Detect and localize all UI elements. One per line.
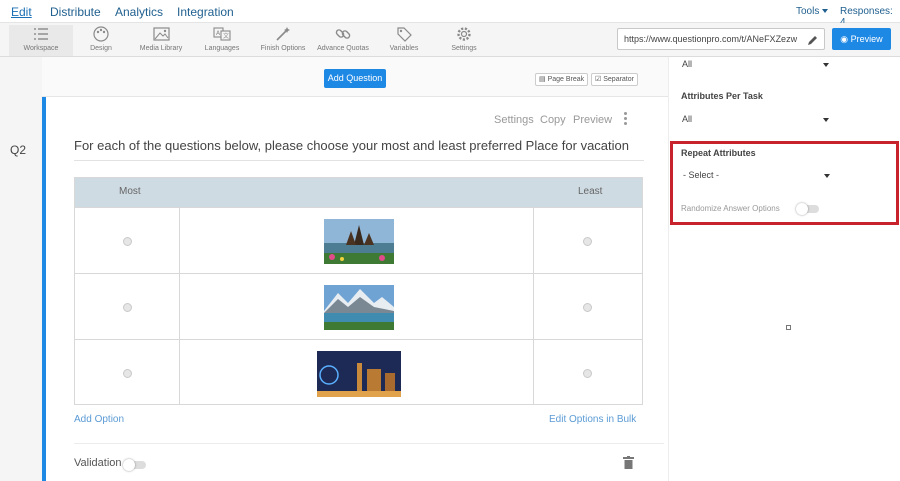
option-image [317,351,401,397]
tool-label: Languages [204,45,240,52]
palette-icon [69,25,133,43]
question-settings-link[interactable]: Settings [494,114,534,126]
tool-settings[interactable]: Settings [432,25,496,52]
eye-icon: ◉ [840,34,849,44]
top-select-value: All [682,59,693,69]
tool-label: Finish Options [260,45,306,52]
repeat-attributes-select[interactable]: - Select - [683,170,830,184]
randomize-answer-options-label: Randomize Answer Options [681,204,780,213]
least-radio[interactable] [583,303,592,312]
nav-distribute[interactable]: Distribute [50,5,101,19]
grid-row [75,339,642,405]
chevron-down-icon [822,9,829,14]
tool-label: Advance Quotas [317,45,369,52]
question-underline [74,160,644,161]
repeat-attributes-label: Repeat Attributes [681,148,756,158]
question-preview-link[interactable]: Preview [573,114,612,126]
tool-label: Design [90,45,112,52]
option-image [324,285,394,330]
list-icon [9,25,73,43]
repeat-attributes-value: - Select - [683,170,720,180]
tool-finish-options[interactable]: Finish Options [251,25,315,52]
tools-menu[interactable]: Tools [796,6,829,17]
nav-integration[interactable]: Integration [177,5,234,19]
grid-row [75,207,642,273]
tag-icon [372,25,436,43]
left-gutter [0,57,42,481]
checkbox-icon: ☑ [595,76,602,83]
survey-url-field[interactable]: https://www.questionpro.com/t/ANeFXZezw [617,28,825,50]
chevron-down-icon [823,63,829,67]
most-radio[interactable] [123,303,132,312]
add-option-link[interactable]: Add Option [74,414,124,425]
attributes-per-task-select[interactable]: All [682,114,829,128]
translate-icon: A文 [190,25,254,43]
nav-edit[interactable]: Edit [11,5,32,19]
question-text[interactable]: For each of the questions below, please … [74,138,629,153]
tool-label: Variables [389,45,419,52]
preview-label: Preview [850,34,883,44]
least-radio[interactable] [583,369,592,378]
tool-workspace[interactable]: Workspace [9,25,73,56]
separator-label: Separator [603,76,634,83]
small-square-icon [786,325,791,330]
chevron-down-icon [823,118,829,122]
question-copy-link[interactable]: Copy [540,114,566,126]
column-most: Most [119,186,141,197]
tools-label: Tools [796,6,820,17]
gear-icon [432,25,496,43]
attributes-per-task-label: Attributes Per Task [681,91,763,101]
least-radio[interactable] [583,237,592,246]
option-image [324,219,394,264]
link-icon [311,25,375,43]
tool-label: Settings [451,45,477,52]
survey-url-text: https://www.questionpro.com/t/ANeFXZezw [624,34,798,44]
separator-button[interactable]: ☑ Separator [591,73,638,86]
grid-row [75,273,642,339]
randomize-toggle[interactable] [796,203,819,215]
tool-advance-quotas[interactable]: Advance Quotas [311,25,375,52]
svg-text:A: A [216,30,221,37]
image-icon [129,25,193,43]
top-nav: Edit Distribute Analytics Integration To… [0,0,900,28]
most-radio[interactable] [123,369,132,378]
page-break-icon: ▤ [539,76,546,83]
validation-toggle[interactable] [123,459,146,471]
grid-header: Most Least [75,178,642,207]
divider [74,443,664,444]
tool-variables[interactable]: Variables [372,25,436,52]
tool-label: Media Library [139,45,183,52]
add-question-button[interactable]: Add Question [324,69,386,88]
column-least: Least [578,186,603,197]
pencil-icon[interactable] [807,33,818,49]
kebab-menu-icon[interactable] [624,112,628,127]
trash-icon[interactable] [623,456,634,474]
page-break-label: Page Break [547,76,585,83]
tool-languages[interactable]: A文 Languages [190,25,254,52]
svg-text:文: 文 [223,32,229,40]
most-radio[interactable] [123,237,132,246]
question-number: Q2 [10,143,27,157]
top-select[interactable]: All [682,59,829,73]
edit-options-bulk-link[interactable]: Edit Options in Bulk [549,414,636,425]
maxdiff-grid: Most Least [74,177,643,405]
magic-wand-icon [251,25,315,43]
attributes-per-task-value: All [682,114,693,124]
tool-design[interactable]: Design [69,25,133,52]
preview-button[interactable]: ◉ Preview [832,28,891,50]
chevron-down-icon [824,174,830,178]
nav-analytics[interactable]: Analytics [115,5,163,19]
validation-label: Validation [74,457,122,469]
tool-label: Workspace [23,45,59,52]
tool-media-library[interactable]: Media Library [129,25,193,52]
page-break-button[interactable]: ▤ Page Break [535,73,589,86]
